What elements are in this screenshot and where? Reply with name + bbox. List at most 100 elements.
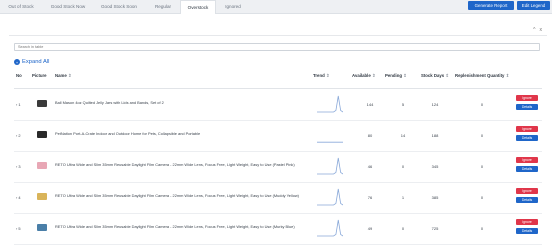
details-button[interactable]: Details: [516, 197, 538, 203]
product-thumbnail: [33, 190, 51, 204]
available-value: 76: [367, 195, 373, 200]
trend-sparkline: [317, 157, 343, 175]
details-button[interactable]: Details: [516, 104, 538, 110]
available-value: 46: [367, 164, 373, 169]
pending-value: 5: [401, 102, 405, 107]
product-image: [37, 162, 47, 169]
product-name: RETO Ultra Wide and Slim 35mm Reusable D…: [55, 162, 295, 167]
header-no[interactable]: No: [16, 73, 22, 78]
product-image: [37, 131, 47, 138]
header-trend[interactable]: Trend ⇕: [313, 73, 330, 79]
sort-icon: ⇕: [325, 73, 330, 78]
stock-days-value: 725: [431, 226, 439, 231]
product-image: [37, 224, 47, 231]
tab-ignored[interactable]: Ignored: [217, 0, 249, 13]
trend-sparkline: [317, 219, 343, 237]
replenishment-value: 0: [480, 195, 484, 200]
edit-legend-button[interactable]: Edit Legend: [517, 1, 550, 10]
pending-value: 0: [401, 226, 405, 231]
row-expander[interactable]: › 5: [16, 226, 21, 231]
row-expander[interactable]: › 1: [16, 102, 21, 107]
replenishment-value: 0: [480, 102, 484, 107]
ignore-button[interactable]: Ignore: [516, 188, 538, 194]
pending-value: 14: [400, 133, 406, 138]
panel-controls: ^ x: [533, 27, 542, 33]
header-stock-days[interactable]: Stock Days ⇕: [421, 73, 449, 79]
trend-line: [317, 95, 343, 113]
product-thumbnail: [33, 97, 51, 111]
header-name-label: Name: [55, 73, 67, 78]
row-expander[interactable]: › 2: [16, 133, 21, 138]
replenishment-value: 0: [480, 164, 484, 169]
tab-overstock[interactable]: Overstock: [180, 0, 216, 14]
pending-value: 0: [401, 164, 405, 169]
stock-days-value: 124: [431, 102, 439, 107]
expand-icon: +: [14, 59, 20, 65]
header-replenishment-label: Replenishment Quantity: [455, 73, 505, 78]
table-row[interactable]: › 3 RETO Ultra Wide and Slim 35mm Reusabl…: [14, 152, 542, 183]
product-image: [37, 100, 47, 107]
trend-sparkline: [317, 95, 343, 113]
product-thumbnail: [33, 221, 51, 235]
replenishment-value: 0: [480, 226, 484, 231]
ignore-button[interactable]: Ignore: [516, 219, 538, 225]
stock-days-value: 188: [431, 133, 439, 138]
replenishment-value: 0: [480, 133, 484, 138]
generate-report-button[interactable]: Generate Report: [468, 1, 514, 10]
ignore-button[interactable]: Ignore: [516, 126, 538, 132]
table-row[interactable]: › 2 PetNation Port-A-Crate Indoor and Out…: [14, 121, 542, 152]
table-row[interactable]: › 5 RETO Ultra Wide and Slim 35mm Reusabl…: [14, 214, 542, 245]
ignore-button[interactable]: Ignore: [516, 95, 538, 101]
panel-divider: [9, 35, 547, 36]
product-image: [37, 193, 47, 200]
sort-icon: ⇕: [505, 73, 510, 78]
table-row[interactable]: › 4 RETO Ultra Wide and Slim 35mm Reusabl…: [14, 183, 542, 214]
product-name: Ball Mason 4oz Quilted Jelly Jars with L…: [55, 100, 164, 105]
product-name: PetNation Port-A-Crate Indoor and Outdoo…: [55, 131, 201, 136]
details-button[interactable]: Details: [516, 135, 538, 141]
header-divider: [14, 88, 542, 89]
row-expander[interactable]: › 4: [16, 195, 21, 200]
stock-days-value: 345: [431, 164, 439, 169]
sort-icon: ⇕: [371, 73, 376, 78]
header-available[interactable]: Available ⇕: [352, 73, 376, 79]
header-pending-label: Pending: [385, 73, 402, 78]
header-trend-label: Trend: [313, 73, 325, 78]
tab-good-stock-now[interactable]: Good Stock Now: [45, 0, 91, 13]
product-thumbnail: [33, 159, 51, 173]
row-expander[interactable]: › 3: [16, 164, 21, 169]
trend-sparkline: [317, 188, 343, 206]
product-thumbnail: [33, 128, 51, 142]
expand-all-label: Expand All: [22, 59, 50, 65]
ignore-button[interactable]: Ignore: [516, 157, 538, 163]
table-row[interactable]: › 1 Ball Mason 4oz Quilted Jelly Jars wit…: [14, 90, 542, 121]
header-available-label: Available: [352, 73, 371, 78]
trend-line: [317, 219, 343, 237]
tab-good-stock-soon[interactable]: Good Stock Soon: [94, 0, 144, 13]
sort-icon: ⇕: [445, 73, 449, 78]
close-icon[interactable]: x: [540, 27, 543, 33]
header-pending[interactable]: Pending ⇕: [385, 73, 407, 79]
stock-days-value: 385: [431, 195, 439, 200]
available-value: 80: [367, 133, 373, 138]
top-tab-bar: Out of Stock Good Stock Now Good Stock S…: [0, 0, 552, 14]
product-name: RETO Ultra Wide and Slim 35mm Reusable D…: [55, 193, 299, 198]
details-button[interactable]: Details: [516, 228, 538, 234]
sort-icon: ⇕: [403, 73, 407, 78]
search-input[interactable]: [14, 43, 540, 51]
sort-icon: ⇕: [67, 73, 72, 78]
available-value: 49: [367, 226, 373, 231]
trend-line: [317, 188, 343, 206]
header-stock-days-label: Stock Days: [421, 73, 445, 78]
details-button[interactable]: Details: [516, 166, 538, 172]
expand-all-button[interactable]: + Expand All: [14, 58, 49, 66]
header-name[interactable]: Name ⇕: [55, 73, 72, 79]
trend-line: [317, 157, 343, 175]
header-picture: Picture: [32, 73, 47, 78]
tab-out-of-stock[interactable]: Out of Stock: [0, 0, 42, 13]
trend-sparkline: [317, 141, 343, 143]
header-replenishment[interactable]: Replenishment Quantity ⇕: [455, 73, 515, 79]
product-name: RETO Ultra Wide and Slim 35mm Reusable D…: [55, 224, 295, 229]
collapse-icon[interactable]: ^: [533, 27, 535, 33]
tab-regular[interactable]: Regular: [146, 0, 180, 13]
